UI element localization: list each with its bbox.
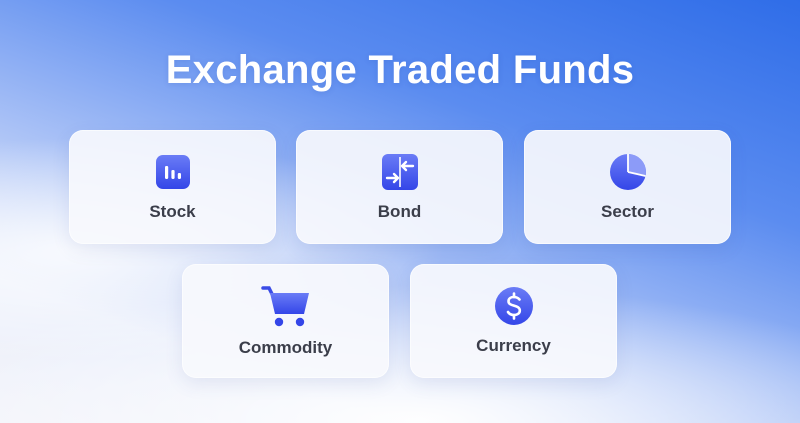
card-label: Commodity: [238, 338, 333, 357]
exchange-arrows-icon: [380, 152, 420, 192]
card-label: Sector: [601, 202, 654, 221]
shopping-cart-icon: [260, 284, 312, 328]
bar-chart-icon: [153, 152, 193, 192]
card-label: Bond: [377, 202, 422, 221]
page-title: Exchange Traded Funds: [165, 48, 635, 92]
card-label: Currency: [476, 336, 551, 355]
card-commodity[interactable]: Commodity: [182, 264, 389, 378]
card-stock[interactable]: Stock: [69, 130, 276, 244]
card-bond[interactable]: Bond: [296, 130, 503, 244]
card-label: Stock: [149, 202, 196, 221]
dollar-coin-icon: [494, 286, 534, 326]
card-currency[interactable]: Currency: [410, 264, 617, 378]
pie-chart-icon: [608, 152, 648, 192]
card-sector[interactable]: Sector: [524, 130, 731, 244]
